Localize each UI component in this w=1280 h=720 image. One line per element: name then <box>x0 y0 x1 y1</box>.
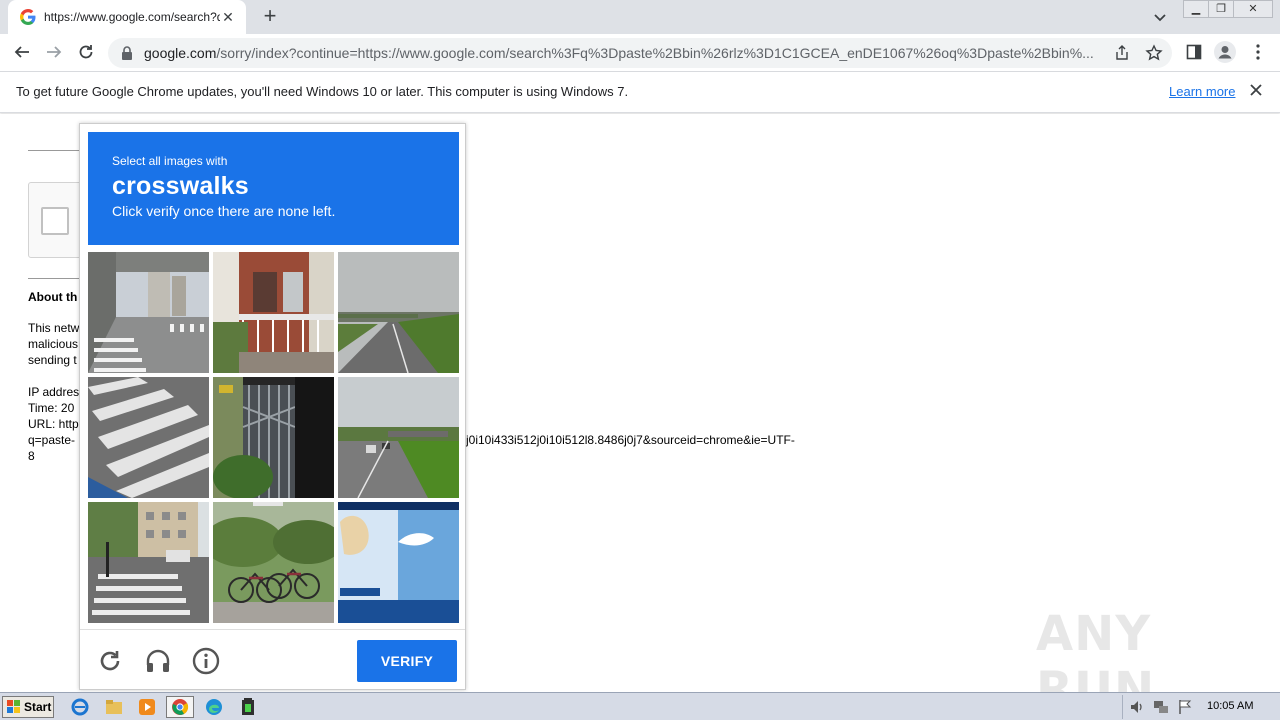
windows-taskbar: Start 10:05 AM <box>0 692 1280 720</box>
start-button[interactable]: Start <box>2 696 54 718</box>
audio-challenge-headphones-icon[interactable] <box>143 646 173 676</box>
ip-address-label: IP addres <box>28 385 80 399</box>
image-tile[interactable] <box>213 377 334 498</box>
image-tile[interactable] <box>213 252 334 373</box>
tab-close-icon[interactable]: ✕ <box>220 9 236 25</box>
profile-avatar-icon[interactable] <box>1211 38 1239 66</box>
tab-title: https://www.google.com/search?q= <box>44 10 220 24</box>
verify-button[interactable]: VERIFY <box>357 640 457 682</box>
infobar-message: To get future Google Chrome updates, you… <box>16 84 629 99</box>
target-keyword: crosswalks <box>112 172 249 200</box>
forward-arrow-icon[interactable] <box>40 38 68 66</box>
image-tile[interactable] <box>338 502 459 623</box>
time-label: Time: 20 <box>28 401 75 415</box>
back-arrow-icon[interactable] <box>8 38 36 66</box>
about-text-line: malicious <box>28 337 79 351</box>
browser-tab-strip: https://www.google.com/search?q= ✕ + ▁ ❐… <box>0 0 1280 34</box>
recaptcha-challenge: Select all images with crosswalks Click … <box>79 123 466 690</box>
volume-icon[interactable] <box>1129 699 1145 720</box>
about-text-line: This netw <box>28 321 80 335</box>
url-host: google.com <box>144 45 217 61</box>
image-tile[interactable] <box>88 252 209 373</box>
update-infobar: To get future Google Chrome updates, you… <box>0 72 1280 113</box>
learn-more-link[interactable]: Learn more <box>1169 84 1235 99</box>
restore-window-button[interactable]: ❐ <box>1208 0 1234 18</box>
help-info-icon[interactable] <box>191 646 221 676</box>
file-explorer-icon[interactable] <box>100 696 128 718</box>
share-icon[interactable] <box>1112 43 1132 63</box>
infobar-close-icon[interactable] <box>1248 82 1264 98</box>
google-favicon-icon <box>20 9 36 25</box>
about-text-line: sending t <box>28 353 77 367</box>
challenge-footer: VERIFY <box>80 629 465 689</box>
image-tile[interactable] <box>88 502 209 623</box>
url-value-line: 8 <box>28 449 35 463</box>
system-tray: 10:05 AM <box>1122 695 1278 719</box>
start-label: Start <box>24 700 52 714</box>
clock: 10:05 AM <box>1207 700 1254 712</box>
new-tab-button[interactable]: + <box>258 5 282 29</box>
about-heading: About th <box>28 290 78 304</box>
url-value-line: q=paste- <box>28 433 76 447</box>
chrome-taskbar-icon[interactable] <box>166 696 194 718</box>
image-tile[interactable] <box>338 377 459 498</box>
instruction-text: Select all images with <box>112 154 228 168</box>
reload-icon[interactable] <box>72 38 100 66</box>
image-tile[interactable] <box>338 252 459 373</box>
side-panel-icon[interactable] <box>1180 38 1208 66</box>
instruction-subtext: Click verify once there are none left. <box>112 203 336 219</box>
lock-icon[interactable] <box>120 46 134 60</box>
challenge-header: Select all images with crosswalks Click … <box>88 132 459 245</box>
browser-toolbar: google.com/sorry/index?continue=https://… <box>0 34 1280 72</box>
network-icon[interactable] <box>1153 699 1169 720</box>
task-manager-icon[interactable] <box>234 696 262 718</box>
image-tile[interactable] <box>213 502 334 623</box>
bookmark-star-icon[interactable] <box>1144 43 1164 63</box>
recaptcha-checkbox[interactable] <box>41 207 69 235</box>
reload-challenge-icon[interactable] <box>95 646 125 676</box>
image-tile[interactable] <box>88 377 209 498</box>
url-label: URL: http <box>28 417 79 431</box>
media-player-icon[interactable] <box>133 696 161 718</box>
more-menu-icon[interactable] <box>1244 38 1272 66</box>
minimize-window-button[interactable]: ▁ <box>1183 0 1209 18</box>
address-bar[interactable]: google.com/sorry/index?continue=https://… <box>108 38 1172 68</box>
windows-logo-icon <box>7 700 20 713</box>
internet-explorer-icon[interactable] <box>66 696 94 718</box>
url-value-line: j0i10i433i512j0i10i512l8.8486j0j7&source… <box>466 433 795 447</box>
edge-icon[interactable] <box>200 696 228 718</box>
url-path: /sorry/index?continue=https://www.google… <box>216 45 1094 61</box>
action-center-flag-icon[interactable] <box>1177 699 1193 720</box>
image-grid <box>88 252 459 623</box>
close-window-button[interactable]: ✕ <box>1233 0 1273 18</box>
browser-tab[interactable]: https://www.google.com/search?q= ✕ <box>8 0 246 34</box>
tab-search-chevron-icon[interactable] <box>1150 7 1170 27</box>
